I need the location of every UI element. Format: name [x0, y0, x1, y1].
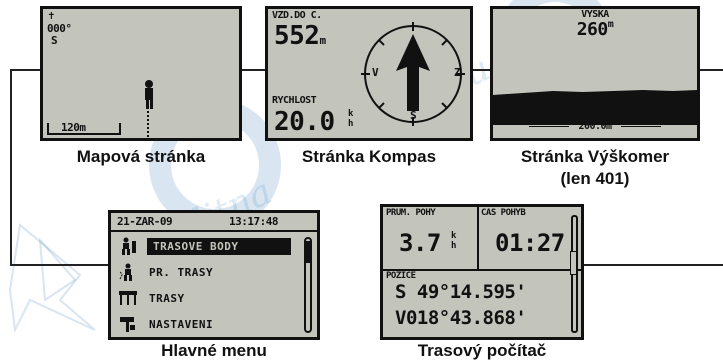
menu-header-divider [111, 230, 317, 232]
longitude-value: V018°43.868' [395, 307, 527, 329]
menu-item-label: PR. TRASY [149, 265, 214, 279]
routes-icon [117, 288, 139, 308]
menu-date: 21-ZAR-09 [117, 215, 173, 228]
caption-altimeter: Stránka Výškomer (len 401) [520, 147, 670, 188]
latitude-value: S 49°14.595' [395, 281, 527, 303]
speed-value: 20.0 [274, 107, 335, 137]
trip-computer-screen: PRUM. POHY CAS POHYB 3.7 kh 01:27 POZICE… [380, 204, 584, 340]
track-person-icon [117, 262, 139, 282]
caption-menu: Hlavné menu [161, 341, 267, 360]
menu-item-nastaveni[interactable]: NASTAVENI [117, 311, 291, 337]
menu-item-label: NASTAVENI [149, 317, 214, 331]
avg-speed-value: 3.7 [399, 229, 441, 257]
menu-item-label: TRASOVE BODY [147, 237, 291, 255]
connector-line [698, 69, 723, 71]
trip-scrollbar-thumb[interactable] [570, 251, 577, 275]
caption-map: Mapová stránka [76, 147, 206, 166]
dial-south-label: S [410, 109, 417, 122]
direction-label: S [51, 34, 58, 47]
avg-speed-label: PRUM. POHY [386, 208, 436, 218]
distance-label: VZD.DO C. [272, 10, 322, 21]
menu-item-pr-trasy[interactable]: PR. TRASY [117, 259, 291, 285]
avg-speed-unit: kh [451, 231, 456, 251]
altimeter-page-screen: VYSKA 260m 200.0m [490, 6, 700, 141]
map-page-screen: ✝ 000° S 120m [40, 6, 242, 141]
position-label: POZICE [386, 271, 416, 281]
menu-item-label: TRASY [149, 291, 185, 305]
caption-compass: Stránka Kompas [301, 147, 437, 166]
altitude-scale: 200.0m [503, 121, 687, 132]
menu-item-trasove-body[interactable]: TRASOVE BODY [117, 233, 291, 259]
walking-person-icon [117, 236, 139, 256]
connector-line [10, 264, 112, 266]
menu-scrollbar-thumb[interactable] [306, 241, 310, 263]
compass-page-screen: VZD.DO C. 552m RYCHLOST 20.0 kh V Z S [265, 6, 473, 141]
track-line [147, 111, 151, 138]
main-menu-screen: 21-ZAR-09 13:17:48 TRASOVE BODY PR. TRAS… [108, 210, 320, 340]
speed-unit: kh [348, 109, 353, 129]
menu-item-trasy[interactable]: TRASY [117, 285, 291, 311]
connector-line [10, 69, 12, 266]
connector-line [583, 264, 723, 266]
connector-line [10, 69, 43, 71]
settings-icon [117, 314, 139, 334]
distance-value: 552m [274, 21, 326, 51]
speed-label: RYCHLOST [272, 95, 317, 106]
altitude-value: 260m [576, 19, 614, 40]
dial-west-label: V [372, 66, 379, 79]
moving-time-value: 01:27 [495, 229, 565, 257]
north-arrow-icon: ✝ [48, 9, 55, 22]
moving-time-label: CAS POHYB [481, 208, 526, 218]
scale-label: 120m [61, 121, 86, 134]
caption-trip: Trasový počítač [417, 341, 547, 360]
field-divider-vertical [477, 207, 479, 269]
dial-east-label: Z [454, 66, 461, 79]
altitude-profile [493, 90, 697, 125]
bearing-arrow-icon [396, 34, 430, 111]
menu-time: 13:17:48 [229, 215, 278, 228]
